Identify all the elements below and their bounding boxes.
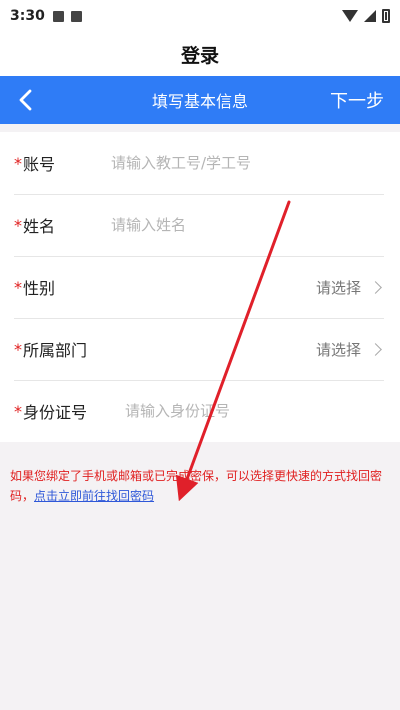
required-mark: *: [14, 153, 22, 173]
department-select[interactable]: 请选择: [316, 339, 384, 360]
account-label: 账号: [23, 155, 56, 174]
chevron-right-icon: [369, 280, 382, 294]
gender-label: 性别: [23, 279, 56, 298]
required-mark: *: [14, 215, 22, 235]
department-value: 请选择: [315, 340, 361, 359]
page-title: 登录: [0, 32, 400, 76]
department-label: 所属部门: [23, 341, 88, 360]
wifi-icon: [342, 10, 358, 22]
status-bar: 3:30: [0, 0, 400, 32]
recovery-notice: 如果您绑定了手机或邮箱或已完成密保，可以选择更快速的方式找回密码，点击立即前往找…: [10, 466, 394, 506]
status-time: 3:30: [10, 8, 45, 24]
gender-select[interactable]: 请选择: [316, 277, 384, 298]
recover-password-link[interactable]: 点击立即前往找回密码: [34, 489, 154, 503]
signal-icon: [364, 10, 376, 22]
account-row: * 账号: [0, 132, 400, 194]
required-mark: *: [14, 277, 22, 297]
name-row: * 姓名: [0, 194, 400, 256]
required-mark: *: [14, 401, 22, 421]
next-step-button[interactable]: 下一步: [330, 87, 384, 113]
basic-info-form: * 账号 * 姓名 * 性别 请选择 * 所属部门 请选择 * 身份证号: [0, 132, 400, 442]
gender-value: 请选择: [315, 278, 361, 297]
id-number-label: 身份证号: [23, 403, 88, 422]
required-mark: *: [14, 339, 22, 359]
id-number-input[interactable]: [125, 402, 384, 420]
department-row[interactable]: * 所属部门 请选择: [0, 318, 400, 380]
account-input[interactable]: [111, 154, 384, 172]
nav-bar: 填写基本信息 下一步: [0, 76, 400, 124]
gender-row[interactable]: * 性别 请选择: [0, 256, 400, 318]
image-icon: [52, 10, 64, 22]
battery-icon: [382, 9, 390, 23]
id-number-row: * 身份证号: [0, 380, 400, 442]
text-a-icon: [70, 10, 82, 22]
name-label: 姓名: [23, 217, 56, 236]
chevron-right-icon: [369, 342, 382, 356]
name-input[interactable]: [111, 216, 384, 234]
